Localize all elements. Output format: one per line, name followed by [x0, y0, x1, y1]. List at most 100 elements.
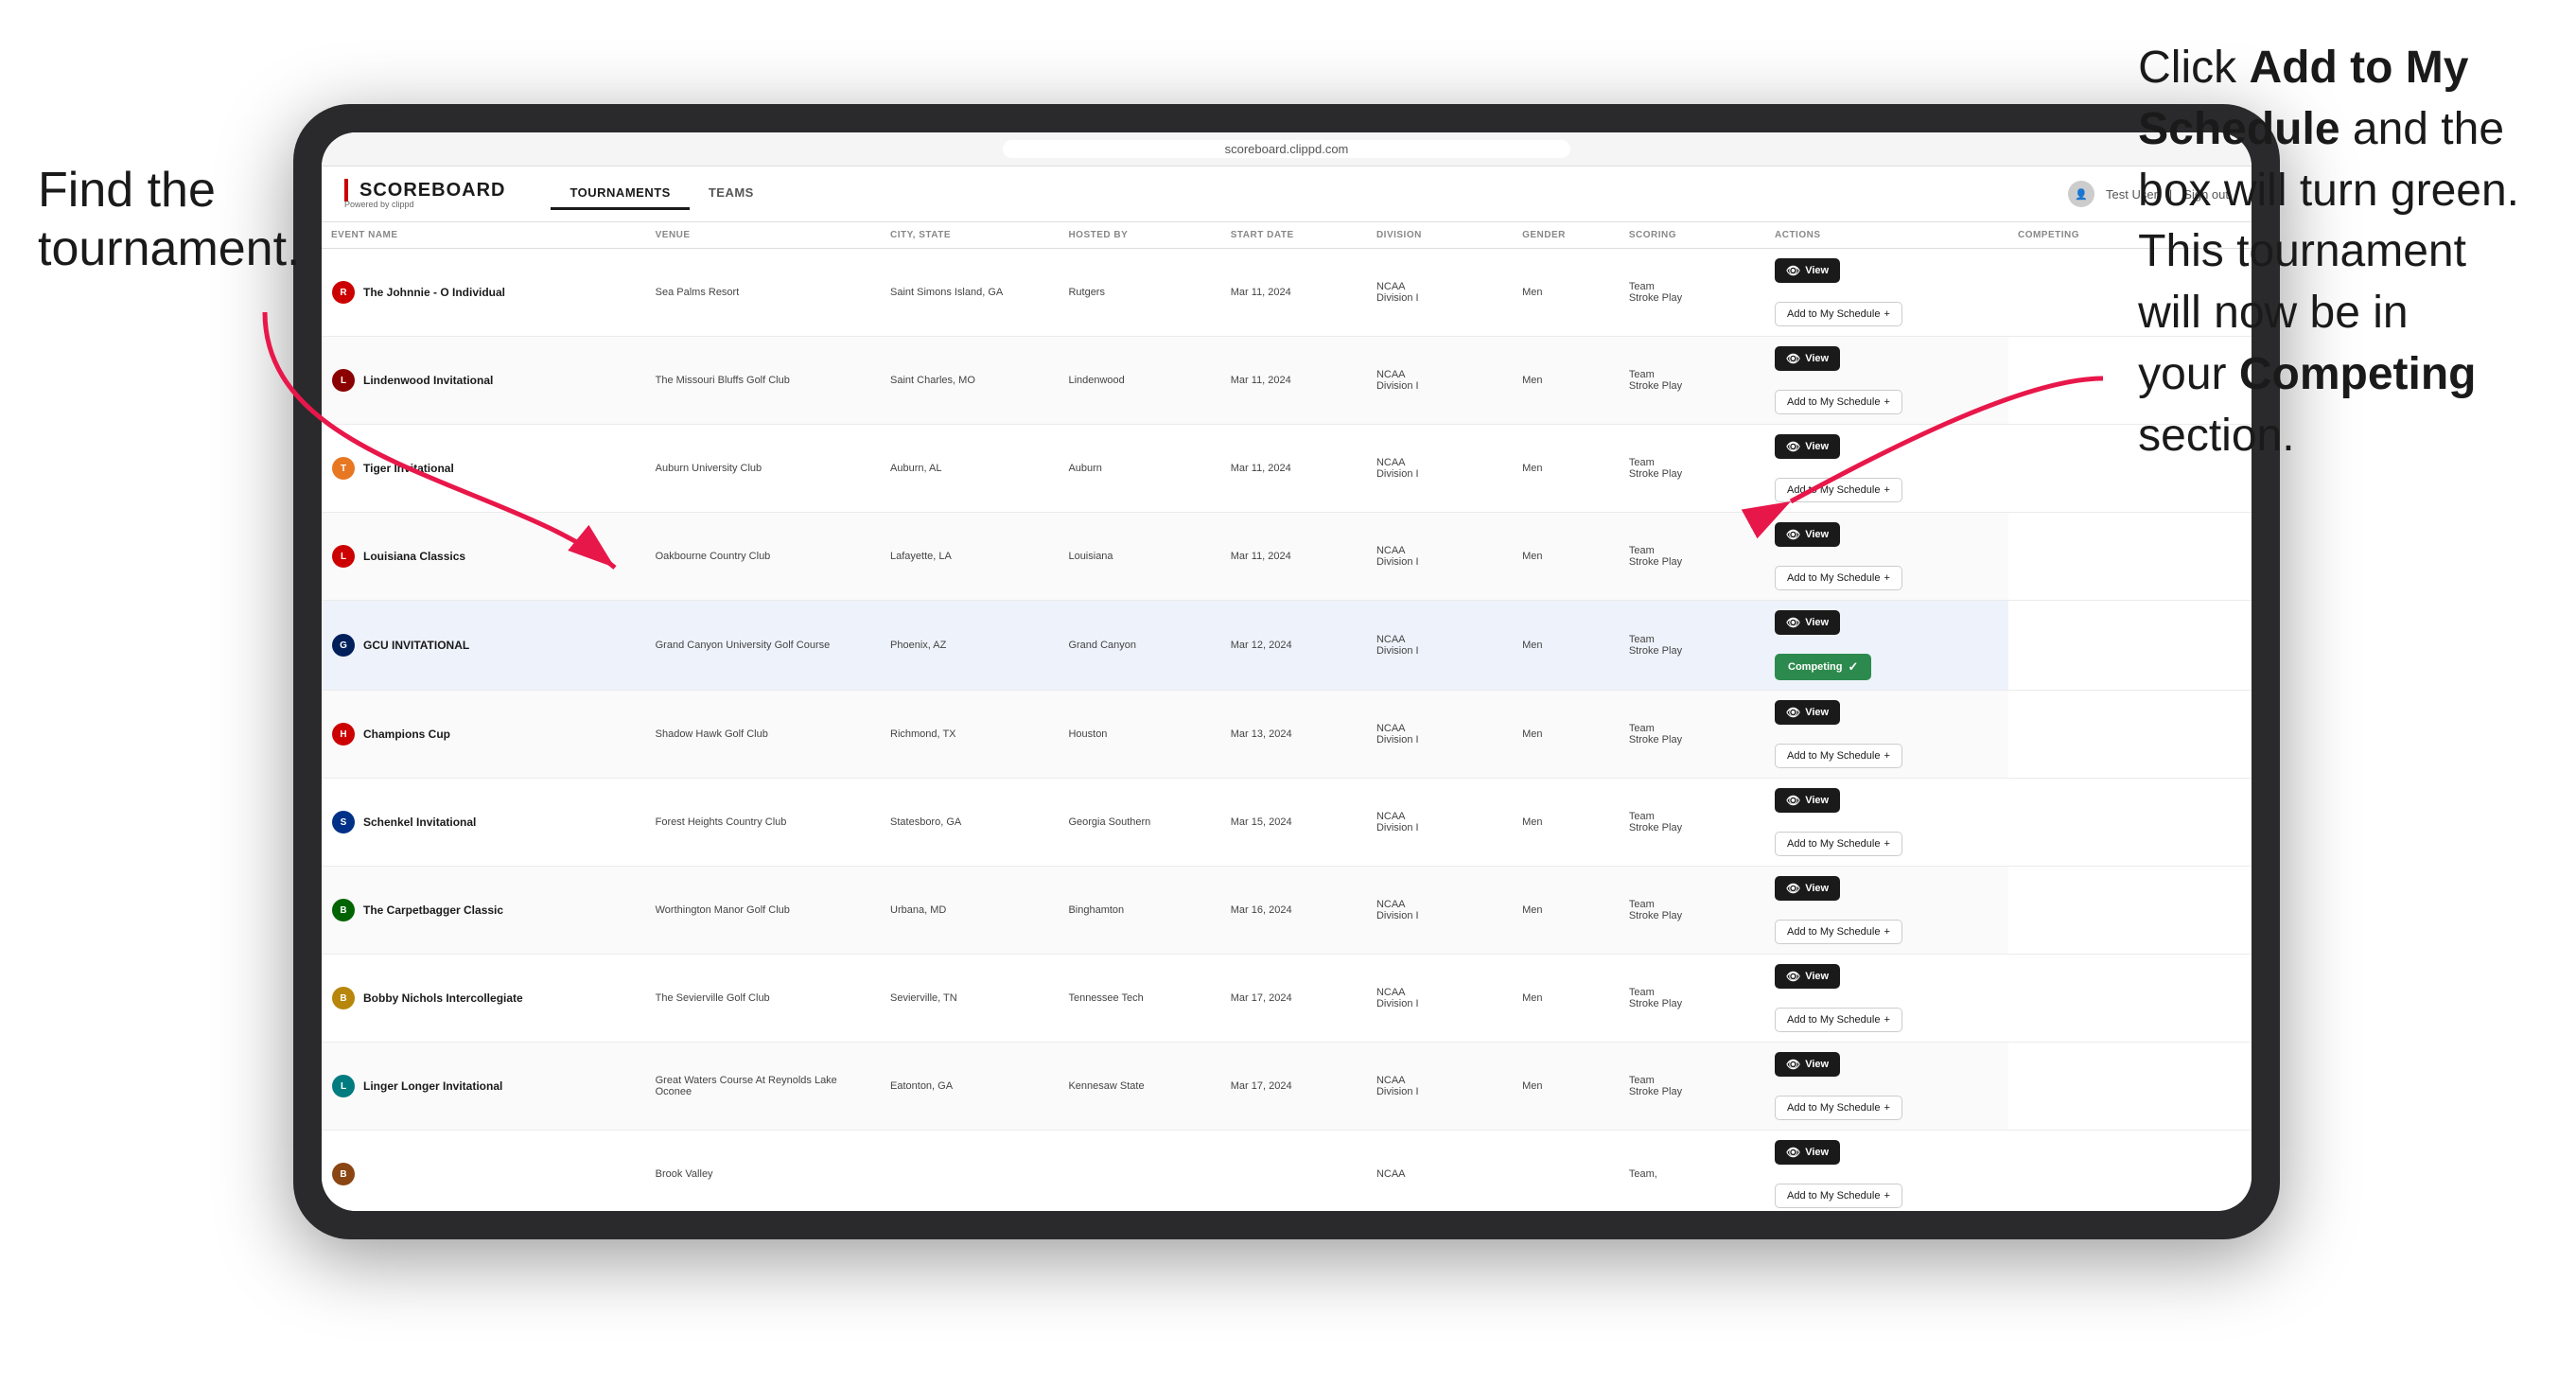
team-logo: S [331, 810, 356, 834]
venue-cell: Auburn University Club [646, 425, 881, 513]
city-cell: Richmond, TX [881, 691, 1059, 779]
gender-cell: Men [1513, 337, 1620, 425]
view-button[interactable]: 👁 View [1775, 964, 1840, 989]
competing-cell: Add to My Schedule + [1765, 1174, 1907, 1211]
event-name-text: Linger Longer Invitational [363, 1079, 502, 1093]
scoring-cell: TeamStroke Play [1620, 955, 1765, 1043]
actions-cell: 👁 View [1765, 779, 1850, 822]
competing-cell: Add to My Schedule + [1765, 998, 1907, 1042]
start-date-cell: Mar 12, 2024 [1221, 601, 1367, 691]
division-cell: NCAADivision I [1367, 779, 1513, 867]
plus-icon: + [1884, 1102, 1889, 1114]
venue-cell: Shadow Hawk Golf Club [646, 691, 881, 779]
competing-cell: Add to My Schedule + [1765, 556, 1907, 600]
venue-cell: The Sevierville Golf Club [646, 955, 881, 1043]
venue-cell: Great Waters Course At Reynolds Lake Oco… [646, 1043, 881, 1131]
table-row: B Brook ValleyNCAATeam, 👁 View Add to My… [322, 1131, 2252, 1212]
hosted-by-cell: Kennesaw State [1059, 1043, 1220, 1131]
add-schedule-button[interactable]: Add to My Schedule + [1775, 1184, 1902, 1208]
table-row: L Linger Longer Invitational Great Water… [322, 1043, 2252, 1131]
competing-button[interactable]: Competing ✓ [1775, 654, 1871, 680]
team-logo-circle: G [332, 634, 355, 657]
scoring-cell: TeamStroke Play [1620, 867, 1765, 955]
add-schedule-button[interactable]: Add to My Schedule + [1775, 744, 1902, 768]
url-bar[interactable]: scoreboard.clippd.com [1003, 140, 1570, 158]
add-schedule-button[interactable]: Add to My Schedule + [1775, 566, 1902, 590]
division-cell: NCAADivision I [1367, 513, 1513, 601]
team-logo: B [331, 1162, 356, 1186]
eye-icon: 👁 [1786, 1146, 1800, 1159]
competing-cell: Competing ✓ [1765, 644, 1907, 690]
division-cell: NCAADivision I [1367, 601, 1513, 691]
plus-icon: + [1884, 1190, 1889, 1202]
add-schedule-button[interactable]: Add to My Schedule + [1775, 920, 1902, 944]
city-cell: Sevierville, TN [881, 955, 1059, 1043]
hosted-by-cell: Tennessee Tech [1059, 955, 1220, 1043]
start-date-cell: Mar 11, 2024 [1221, 425, 1367, 513]
scoring-cell: TeamStroke Play [1620, 691, 1765, 779]
team-logo-circle: S [332, 811, 355, 833]
view-button[interactable]: 👁 View [1775, 610, 1840, 635]
actions-cell: 👁 View [1765, 1131, 1850, 1174]
tablet-frame: scoreboard.clippd.com SCOREBOARD Powered… [293, 104, 2280, 1239]
user-avatar: 👤 [2068, 181, 2094, 207]
gender-cell: Men [1513, 425, 1620, 513]
competing-cell: Add to My Schedule + [1765, 292, 1907, 336]
team-logo: B [331, 898, 356, 922]
start-date-cell: Mar 11, 2024 [1221, 337, 1367, 425]
venue-cell: Sea Palms Resort [646, 249, 881, 337]
view-button[interactable]: 👁 View [1775, 1052, 1840, 1077]
table-row: G GCU INVITATIONAL Grand Canyon Universi… [322, 601, 2252, 691]
actions-cell: 👁 View [1765, 1043, 1850, 1086]
venue-cell: Worthington Manor Golf Club [646, 867, 881, 955]
col-header-venue: VENUE [646, 222, 881, 249]
event-name-text: GCU INVITATIONAL [363, 639, 469, 652]
event-name-cell: B [331, 1162, 637, 1186]
event-name-cell: H Champions Cup [331, 722, 637, 746]
tab-teams[interactable]: TEAMS [690, 178, 773, 210]
start-date-cell [1221, 1131, 1367, 1212]
event-name-text: Champions Cup [363, 728, 450, 741]
tab-tournaments[interactable]: TOURNAMENTS [551, 178, 689, 210]
logo-area: SCOREBOARD Powered by clippd [344, 179, 505, 209]
city-cell: Eatonton, GA [881, 1043, 1059, 1131]
division-cell: NCAA [1367, 1131, 1513, 1212]
competing-cell: Add to My Schedule + [1765, 734, 1907, 778]
hosted-by-cell: Houston [1059, 691, 1220, 779]
team-logo-circle: H [332, 723, 355, 746]
division-cell: NCAADivision I [1367, 425, 1513, 513]
competing-cell: Add to My Schedule + [1765, 1086, 1907, 1130]
gender-cell: Men [1513, 601, 1620, 691]
view-button[interactable]: 👁 View [1775, 1140, 1840, 1165]
start-date-cell: Mar 11, 2024 [1221, 513, 1367, 601]
venue-cell: Brook Valley [646, 1131, 881, 1212]
col-header-event: EVENT NAME [322, 222, 646, 249]
right-arrow [1762, 350, 2122, 539]
hosted-by-cell: Binghamton [1059, 867, 1220, 955]
event-name-text: Bobby Nichols Intercollegiate [363, 991, 523, 1005]
add-schedule-button[interactable]: Add to My Schedule + [1775, 832, 1902, 856]
table-row: S Schenkel Invitational Forest Heights C… [322, 779, 2252, 867]
team-logo-circle: B [332, 899, 355, 921]
team-logo: L [331, 1074, 356, 1098]
view-button[interactable]: 👁 View [1775, 876, 1840, 901]
view-button[interactable]: 👁 View [1775, 700, 1840, 725]
actions-cell: 👁 View [1765, 691, 1850, 734]
division-cell: NCAADivision I [1367, 867, 1513, 955]
col-header-scoring: SCORING [1620, 222, 1765, 249]
division-cell: NCAADivision I [1367, 691, 1513, 779]
hosted-by-cell: Louisiana [1059, 513, 1220, 601]
plus-icon: + [1884, 572, 1889, 584]
event-name-cell: G GCU INVITATIONAL [331, 633, 637, 658]
add-schedule-button[interactable]: Add to My Schedule + [1775, 302, 1902, 326]
hosted-by-cell [1059, 1131, 1220, 1212]
start-date-cell: Mar 11, 2024 [1221, 249, 1367, 337]
view-button[interactable]: 👁 View [1775, 258, 1840, 283]
add-schedule-button[interactable]: Add to My Schedule + [1775, 1096, 1902, 1120]
event-name-text: Schenkel Invitational [363, 816, 476, 829]
city-cell: Urbana, MD [881, 867, 1059, 955]
eye-icon: 👁 [1786, 616, 1800, 629]
view-button[interactable]: 👁 View [1775, 788, 1840, 813]
gender-cell: Men [1513, 513, 1620, 601]
add-schedule-button[interactable]: Add to My Schedule + [1775, 1008, 1902, 1032]
